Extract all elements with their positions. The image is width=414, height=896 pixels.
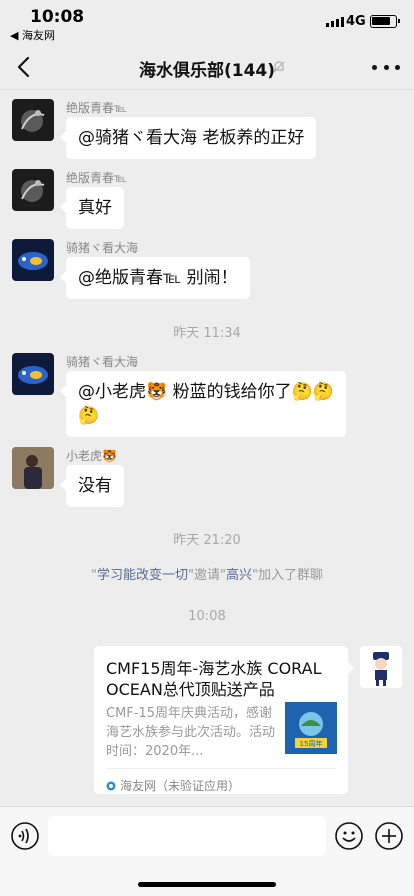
timestamp: 昨天 11:34 [173,326,241,341]
link-card-source: 海友网（未验证应用） [106,768,336,794]
notice-text: "加入了群聊 [252,568,323,583]
link-card-thumbnail: 15周年 [285,702,337,754]
battery-fill [372,17,390,25]
chat-header: 海水俱乐部(144) [0,44,414,90]
message-bubble[interactable]: 没有 [60,465,124,507]
chat-title: 海水俱乐部(144) [138,61,276,81]
avatar-xiaolaohu[interactable] [12,447,54,489]
message-bubble[interactable]: @小老虎🐯 粉蓝的钱给你了🤔🤔 🤔 [60,371,346,437]
message-bubble[interactable]: @骑猪ヾ看大海 老板养的正好 [59,117,317,159]
sender-name: 绝版青春℡ [66,101,127,115]
link-card-title: CMF15周年-海艺水族 CORAL OCEAN总代顶贴送产品 [106,659,322,699]
self-avatar[interactable] [360,646,402,688]
network-type: 4G [346,14,366,29]
home-indicator [138,882,276,887]
sender-name: 小老虎🐯 [66,449,117,463]
thumb-text: 15周年 [300,739,323,748]
link-card[interactable]: CMF15周年-海艺水族 CORAL OCEAN总代顶贴送产品 CMF-15周年… [94,646,354,794]
status-bar: 10:08 ◀ 海友网 4G [0,0,414,44]
message-bubble[interactable]: @绝版青春℡ 别闹！ [60,257,250,299]
sender-name: 骑猪ヾ看大海 [66,241,139,255]
signal-icon [326,17,344,27]
notice-text: "邀请" [188,568,226,583]
battery-icon [370,15,400,28]
source-app-icon [106,781,116,790]
avatar-qizhu[interactable] [12,353,54,395]
sender-name: 骑猪ヾ看大海 [66,355,139,369]
avatar-jueban[interactable] [12,169,54,211]
inviter-link[interactable]: 学习能改变一切 [97,568,188,583]
timestamp: 昨天 21:20 [173,533,241,548]
voice-input-icon[interactable] [10,821,40,851]
invitee-link[interactable]: 高兴 [226,568,252,583]
message-line: 🤔 [78,406,100,426]
message-input[interactable] [48,816,326,856]
message-bubble[interactable]: 真好 [60,187,124,229]
timestamp: 10:08 [188,609,226,624]
sender-name: 绝版青春℡ [66,171,127,185]
mute-bell-icon [273,61,285,73]
avatar-jueban[interactable] [12,99,54,141]
message-line: @小老虎🐯 粉蓝的钱给你了🤔🤔 [78,382,334,402]
status-time: 10:08 [30,7,85,27]
link-card-description: CMF-15周年庆典活动，感谢海艺水族参与此次活动。活动时间：2020年... [106,706,276,759]
emoji-icon[interactable] [334,821,364,851]
group-join-notice: "学习能改变一切"邀请"高兴"加入了群聊 [0,564,414,583]
back-to-app-link[interactable]: ◀ 海友网 [10,27,55,43]
add-attachment-icon[interactable] [374,821,404,851]
more-options-icon[interactable] [372,54,400,80]
avatar-qizhu[interactable] [12,239,54,281]
source-label: 海友网（未验证应用） [120,779,241,793]
